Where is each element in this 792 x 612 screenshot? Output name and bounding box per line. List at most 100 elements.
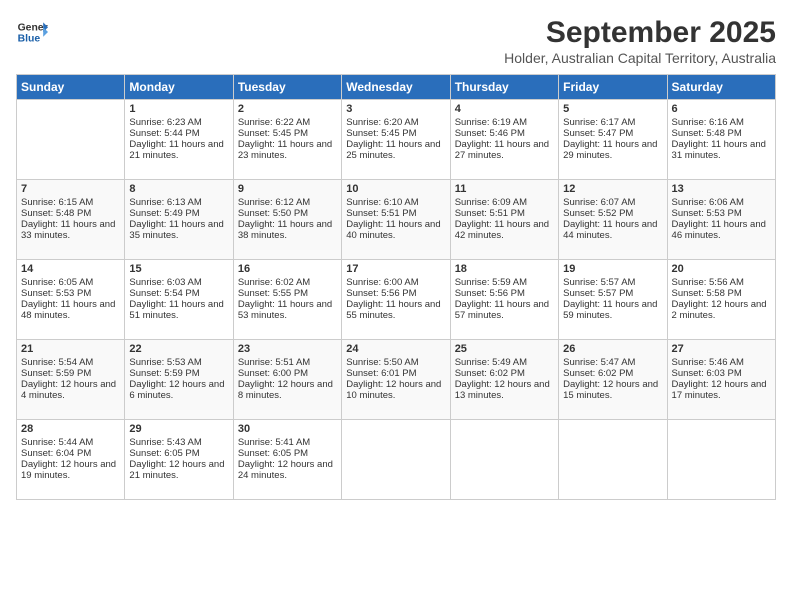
day-number: 27	[672, 343, 771, 355]
calendar-cell: 22Sunrise: 5:53 AMSunset: 5:59 PMDayligh…	[125, 340, 233, 420]
sunrise-text: Sunrise: 5:54 AM	[21, 357, 93, 368]
daylight-text: Daylight: 11 hours and 35 minutes.	[129, 219, 223, 241]
daylight-text: Daylight: 11 hours and 25 minutes.	[346, 139, 440, 161]
sunset-text: Sunset: 5:52 PM	[563, 208, 633, 219]
sunset-text: Sunset: 5:49 PM	[129, 208, 199, 219]
day-number: 18	[455, 263, 554, 275]
sunrise-text: Sunrise: 5:46 AM	[672, 357, 744, 368]
daylight-text: Daylight: 12 hours and 13 minutes.	[455, 379, 550, 401]
sunrise-text: Sunrise: 6:10 AM	[346, 197, 418, 208]
sunrise-text: Sunrise: 5:50 AM	[346, 357, 418, 368]
day-number: 8	[129, 183, 228, 195]
calendar-cell: 30Sunrise: 5:41 AMSunset: 6:05 PMDayligh…	[233, 420, 341, 500]
sunrise-text: Sunrise: 6:22 AM	[238, 117, 310, 128]
day-number: 11	[455, 183, 554, 195]
day-number: 23	[238, 343, 337, 355]
sunset-text: Sunset: 5:47 PM	[563, 128, 633, 139]
sunrise-text: Sunrise: 5:53 AM	[129, 357, 201, 368]
daylight-text: Daylight: 12 hours and 15 minutes.	[563, 379, 658, 401]
daylight-text: Daylight: 12 hours and 8 minutes.	[238, 379, 333, 401]
sunset-text: Sunset: 5:44 PM	[129, 128, 199, 139]
month-title: September 2025	[504, 16, 776, 50]
sunrise-text: Sunrise: 6:06 AM	[672, 197, 744, 208]
sunrise-text: Sunrise: 5:51 AM	[238, 357, 310, 368]
day-number: 5	[563, 103, 662, 115]
daylight-text: Daylight: 11 hours and 48 minutes.	[21, 299, 115, 321]
sunrise-text: Sunrise: 5:41 AM	[238, 437, 310, 448]
day-number: 30	[238, 423, 337, 435]
calendar-cell: 8 Sunrise: 6:13 AMSunset: 5:49 PMDaylight…	[125, 180, 233, 260]
day-number: 22	[129, 343, 228, 355]
day-number: 10	[346, 183, 445, 195]
calendar-cell: 19Sunrise: 5:57 AMSunset: 5:57 PMDayligh…	[559, 260, 667, 340]
sunset-text: Sunset: 5:57 PM	[563, 288, 633, 299]
day-number: 6	[672, 103, 771, 115]
day-number: 19	[563, 263, 662, 275]
sunset-text: Sunset: 6:02 PM	[563, 368, 633, 379]
daylight-text: Daylight: 11 hours and 29 minutes.	[563, 139, 657, 161]
col-header-tuesday: Tuesday	[233, 75, 341, 100]
calendar-cell: 16Sunrise: 6:02 AMSunset: 5:55 PMDayligh…	[233, 260, 341, 340]
day-number: 29	[129, 423, 228, 435]
calendar-cell: 6Sunrise: 6:16 AMSunset: 5:48 PMDaylight…	[667, 100, 775, 180]
day-number: 14	[21, 263, 120, 275]
sunrise-text: Sunrise: 5:49 AM	[455, 357, 527, 368]
sunrise-text: Sunrise: 5:44 AM	[21, 437, 93, 448]
sunset-text: Sunset: 5:48 PM	[672, 128, 742, 139]
calendar-cell: 26Sunrise: 5:47 AMSunset: 6:02 PMDayligh…	[559, 340, 667, 420]
calendar-cell: 17Sunrise: 6:00 AMSunset: 5:56 PMDayligh…	[342, 260, 450, 340]
calendar-cell	[667, 420, 775, 500]
sunrise-text: Sunrise: 5:47 AM	[563, 357, 635, 368]
calendar-cell: 4Sunrise: 6:19 AMSunset: 5:46 PMDaylight…	[450, 100, 558, 180]
sunrise-text: Sunrise: 6:20 AM	[346, 117, 418, 128]
sunrise-text: Sunrise: 5:57 AM	[563, 277, 635, 288]
daylight-text: Daylight: 12 hours and 21 minutes.	[129, 459, 224, 481]
day-number: 7	[21, 183, 120, 195]
day-number: 12	[563, 183, 662, 195]
sunrise-text: Sunrise: 6:03 AM	[129, 277, 201, 288]
day-number: 13	[672, 183, 771, 195]
calendar-cell	[559, 420, 667, 500]
sunset-text: Sunset: 5:55 PM	[238, 288, 308, 299]
logo-icon: General Blue	[16, 16, 48, 48]
sunset-text: Sunset: 5:56 PM	[455, 288, 525, 299]
sunrise-text: Sunrise: 6:00 AM	[346, 277, 418, 288]
daylight-text: Daylight: 12 hours and 6 minutes.	[129, 379, 224, 401]
sunrise-text: Sunrise: 6:15 AM	[21, 197, 93, 208]
day-number: 15	[129, 263, 228, 275]
sunset-text: Sunset: 6:02 PM	[455, 368, 525, 379]
daylight-text: Daylight: 12 hours and 24 minutes.	[238, 459, 333, 481]
sunrise-text: Sunrise: 6:13 AM	[129, 197, 201, 208]
day-number: 4	[455, 103, 554, 115]
day-number: 24	[346, 343, 445, 355]
day-number: 9	[238, 183, 337, 195]
day-number: 25	[455, 343, 554, 355]
calendar-cell: 18Sunrise: 5:59 AMSunset: 5:56 PMDayligh…	[450, 260, 558, 340]
daylight-text: Daylight: 12 hours and 17 minutes.	[672, 379, 767, 401]
daylight-text: Daylight: 11 hours and 33 minutes.	[21, 219, 115, 241]
sunset-text: Sunset: 5:51 PM	[455, 208, 525, 219]
calendar-cell: 20Sunrise: 5:56 AMSunset: 5:58 PMDayligh…	[667, 260, 775, 340]
col-header-saturday: Saturday	[667, 75, 775, 100]
sunset-text: Sunset: 5:53 PM	[21, 288, 91, 299]
daylight-text: Daylight: 12 hours and 2 minutes.	[672, 299, 767, 321]
daylight-text: Daylight: 12 hours and 19 minutes.	[21, 459, 116, 481]
sunset-text: Sunset: 5:45 PM	[238, 128, 308, 139]
page-header: General Blue September 2025 Holder, Aust…	[16, 16, 776, 66]
sunset-text: Sunset: 5:53 PM	[672, 208, 742, 219]
sunrise-text: Sunrise: 6:23 AM	[129, 117, 201, 128]
daylight-text: Daylight: 11 hours and 40 minutes.	[346, 219, 440, 241]
col-header-sunday: Sunday	[17, 75, 125, 100]
day-number: 21	[21, 343, 120, 355]
col-header-wednesday: Wednesday	[342, 75, 450, 100]
col-header-thursday: Thursday	[450, 75, 558, 100]
calendar-cell: 23Sunrise: 5:51 AMSunset: 6:00 PMDayligh…	[233, 340, 341, 420]
sunset-text: Sunset: 6:03 PM	[672, 368, 742, 379]
daylight-text: Daylight: 12 hours and 10 minutes.	[346, 379, 441, 401]
sunrise-text: Sunrise: 6:02 AM	[238, 277, 310, 288]
daylight-text: Daylight: 11 hours and 55 minutes.	[346, 299, 440, 321]
sunset-text: Sunset: 5:54 PM	[129, 288, 199, 299]
sunset-text: Sunset: 6:05 PM	[129, 448, 199, 459]
calendar-cell: 10Sunrise: 6:10 AMSunset: 5:51 PMDayligh…	[342, 180, 450, 260]
daylight-text: Daylight: 11 hours and 31 minutes.	[672, 139, 766, 161]
